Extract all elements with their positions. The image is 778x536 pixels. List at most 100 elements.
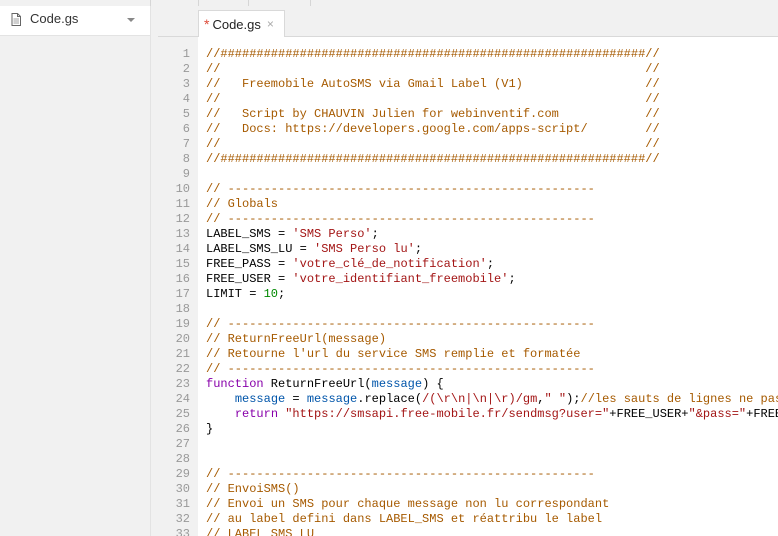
code-token: // // xyxy=(206,62,660,76)
code-token: // // xyxy=(206,137,660,151)
line-number: 18 xyxy=(175,302,190,316)
file-menu-dropdown-icon[interactable] xyxy=(127,18,135,22)
line-number: 3 xyxy=(182,77,190,91)
document-icon xyxy=(11,13,21,31)
line-number: 17 xyxy=(175,287,190,301)
code-token: LIMIT = xyxy=(206,287,264,301)
code-token: 10 xyxy=(263,287,279,301)
line-code: message = message.replace(/(\r\n|\n|\r)/… xyxy=(206,392,778,407)
code-token: // au label defini dans LABEL_SMS et réa… xyxy=(206,512,603,526)
code-token: message xyxy=(306,392,358,406)
line-number: 12 xyxy=(175,212,190,226)
line-code: } xyxy=(206,422,213,437)
code-token: // // xyxy=(206,92,660,106)
code-token: 'votre_clé_de_notification' xyxy=(292,257,487,271)
line-code: // Retourne l'url du service SMS remplie… xyxy=(206,347,580,362)
code-token: , xyxy=(537,392,545,406)
code-token: //######################################… xyxy=(206,47,660,61)
file-item-code-gs[interactable]: Code.gs xyxy=(0,6,150,36)
line-code: LIMIT = 10; xyxy=(206,287,285,302)
code-token: = xyxy=(285,392,307,406)
code-token: LABEL_SMS_LU = xyxy=(206,242,315,256)
tab-code-gs[interactable]: * Code.gs × xyxy=(198,10,285,37)
editor-tab-bar: * Code.gs × xyxy=(158,6,778,37)
line-code: // -------------------------------------… xyxy=(206,182,595,197)
line-number: 19 xyxy=(175,317,190,331)
code-token: 'SMS Perso lu' xyxy=(314,242,415,256)
code-token: // -------------------------------------… xyxy=(206,182,595,196)
line-number: 25 xyxy=(175,407,190,421)
line-number: 27 xyxy=(175,437,190,451)
line-code: return "https://smsapi.free-mobile.fr/se… xyxy=(206,407,778,422)
code-token: // EnvoiSMS() xyxy=(206,482,300,496)
code-token: // -------------------------------------… xyxy=(206,362,595,376)
code-token: ReturnFreeUrl( xyxy=(263,377,372,391)
line-code: // Globals xyxy=(206,197,278,212)
line-code: // -------------------------------------… xyxy=(206,362,595,377)
code-token: // Envoi un SMS pour chaque message non … xyxy=(206,497,610,511)
code-token: "https://smsapi.free-mobile.fr/sendmsg?u… xyxy=(285,407,610,421)
line-code: // LABEL_SMS_LU xyxy=(206,527,314,536)
code-token: // Retourne l'url du service SMS remplie… xyxy=(206,347,581,361)
line-number: 11 xyxy=(175,197,190,211)
code-token: LABEL_SMS = xyxy=(206,227,293,241)
file-sidebar: Code.gs xyxy=(0,6,150,536)
line-number: 26 xyxy=(175,422,190,436)
code-token: /(\r\n|\n|\r)/gm xyxy=(422,392,538,406)
line-code: // Docs: https://developers.google.com/a… xyxy=(206,122,660,137)
line-number: 22 xyxy=(175,362,190,376)
line-number: 32 xyxy=(175,512,190,526)
line-code: LABEL_SMS = 'SMS Perso'; xyxy=(206,227,379,242)
code-token: return xyxy=(234,407,279,421)
line-code: FREE_USER = 'votre_identifiant_freemobil… xyxy=(206,272,516,287)
line-number: 33 xyxy=(175,527,190,536)
code-token: 'SMS Perso' xyxy=(292,227,372,241)
unsaved-marker: * xyxy=(204,16,210,32)
code-token: ); xyxy=(566,392,581,406)
code-token: .replace( xyxy=(357,392,423,406)
line-code: function ReturnFreeUrl(message) { xyxy=(206,377,444,392)
line-number: 8 xyxy=(182,152,190,166)
line-code: // -------------------------------------… xyxy=(206,212,595,227)
line-number: 1 xyxy=(182,47,190,61)
line-code: FREE_PASS = 'votre_clé_de_notification'; xyxy=(206,257,494,272)
line-number: 31 xyxy=(175,497,190,511)
code-token: "&pass=" xyxy=(688,407,747,421)
code-token: ; xyxy=(508,272,516,286)
line-code: // ReturnFreeUrl(message) xyxy=(206,332,386,347)
line-number: 2 xyxy=(182,62,190,76)
code-token: +FREE_PASS+ xyxy=(746,407,778,421)
line-number: 20 xyxy=(175,332,190,346)
line-code: // -------------------------------------… xyxy=(206,317,595,332)
code-token: message xyxy=(371,377,423,391)
line-code: // -------------------------------------… xyxy=(206,467,595,482)
code-token: ; xyxy=(486,257,495,271)
code-token: ; xyxy=(414,242,423,256)
line-number: 6 xyxy=(182,122,190,136)
line-number: 7 xyxy=(182,137,190,151)
line-code: // Script by CHAUVIN Julien for webinven… xyxy=(206,107,660,122)
code-token: // Docs: https://developers.google.com/a… xyxy=(206,122,660,136)
line-number: 9 xyxy=(182,167,190,181)
line-number: 24 xyxy=(175,392,190,406)
line-number: 16 xyxy=(175,272,190,286)
line-number: 13 xyxy=(175,227,190,241)
line-code: // au label defini dans LABEL_SMS et réa… xyxy=(206,512,602,527)
line-code: // Envoi un SMS pour chaque message non … xyxy=(206,497,609,512)
line-number: 4 xyxy=(182,92,190,106)
code-token: // -------------------------------------… xyxy=(206,317,595,331)
code-token: // ReturnFreeUrl(message) xyxy=(206,332,387,346)
close-tab-icon[interactable]: × xyxy=(267,17,274,31)
code-token: // -------------------------------------… xyxy=(206,467,595,481)
line-code: // Freemobile AutoSMS via Gmail Label (V… xyxy=(206,77,660,92)
file-name: Code.gs xyxy=(30,11,79,26)
line-code: LABEL_SMS_LU = 'SMS Perso lu'; xyxy=(206,242,422,257)
code-editor[interactable]: 1 //#####################################… xyxy=(158,37,778,536)
line-number: 5 xyxy=(182,107,190,121)
line-number: 14 xyxy=(175,242,190,256)
code-token: message xyxy=(234,392,286,406)
sidebar-divider[interactable] xyxy=(150,6,158,536)
line-number: 15 xyxy=(175,257,190,271)
line-code: // // xyxy=(206,62,660,77)
